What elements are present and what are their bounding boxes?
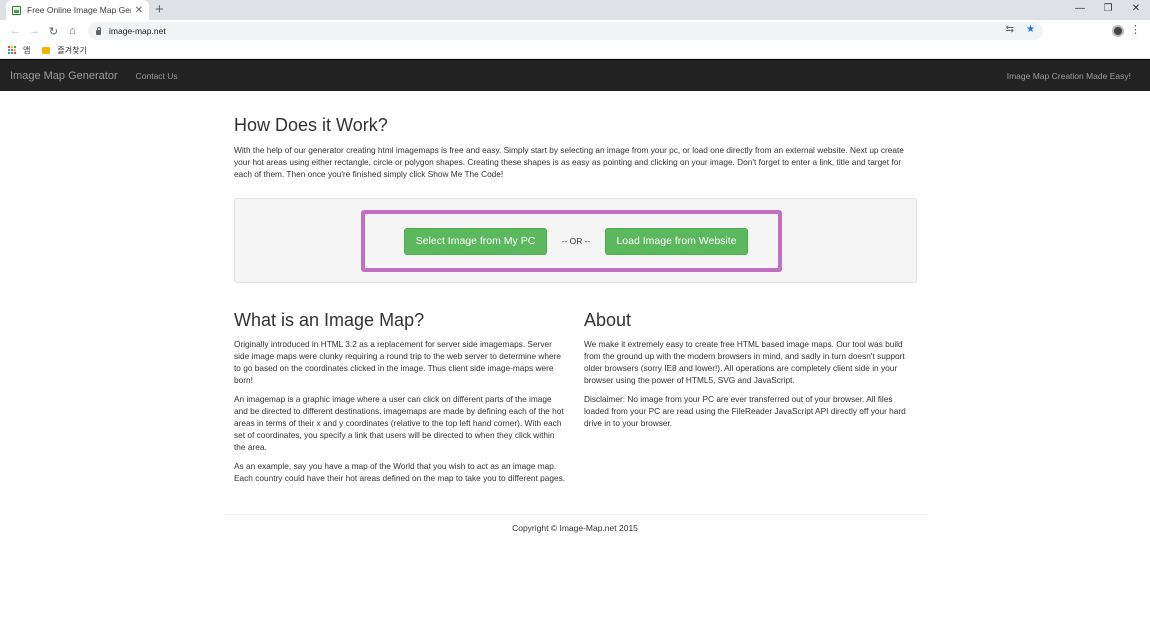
about-column: About We make it extremely easy to creat… [584, 310, 917, 491]
reload-icon[interactable]: ↻ [44, 25, 63, 38]
url-text: image-map.net [109, 26, 166, 36]
or-separator: -- OR -- [561, 236, 591, 246]
forward-icon[interactable]: → [25, 25, 44, 37]
lock-icon [96, 26, 101, 35]
bookmark-star-icon[interactable]: ★ [1026, 24, 1035, 35]
browser-tab[interactable]: Free Online Image Map Genera ✕ [6, 0, 149, 20]
apps-label[interactable]: 앱 [23, 45, 30, 56]
main-content: How Does it Work? With the help of our g… [234, 115, 917, 491]
image-favicon-icon [12, 5, 21, 15]
footer-copyright: Copyright © Image-Map.net 2015 [512, 523, 638, 533]
window-controls: — ❐ ✕ [1066, 0, 1150, 20]
about-paragraph-1: We make it extremely easy to create free… [584, 339, 905, 385]
info-columns: What is an Image Map? Originally introdu… [234, 310, 917, 491]
address-bar[interactable]: image-map.net ⇆ ★ [88, 22, 1043, 40]
new-tab-button[interactable]: + [155, 1, 164, 19]
what-heading: What is an Image Map? [234, 310, 425, 330]
browser-toolbar: ← → ↻ ⌂ image-map.net ⇆ ★ ⋮ [0, 20, 1150, 42]
site-navbar: Image Map Generator Contact Us Image Map… [0, 59, 1150, 91]
what-column: What is an Image Map? Originally introdu… [234, 310, 567, 491]
navbar-brand[interactable]: Image Map Generator [10, 70, 118, 82]
highlight-box: Select Image from My PC -- OR -- Load Im… [361, 210, 782, 272]
how-text: With the help of our generator creating … [234, 145, 904, 179]
profile-avatar-icon[interactable] [1112, 25, 1124, 37]
close-tab-icon[interactable]: ✕ [135, 5, 143, 16]
folder-icon [42, 46, 51, 54]
navbar-tagline[interactable]: Image Map Creation Made Easy! [1007, 71, 1131, 81]
translate-icon[interactable]: ⇆ [1006, 24, 1014, 35]
bookmarks-folder-label[interactable]: 즐겨찾기 [57, 45, 86, 56]
close-window-icon[interactable]: ✕ [1122, 0, 1150, 20]
apps-grid-icon[interactable] [8, 46, 16, 54]
browser-tabstrip: Free Online Image Map Genera ✕ + — ❐ ✕ [0, 0, 1150, 20]
footer-divider [224, 514, 927, 515]
bookmarks-bar: 앱 즐겨찾기 [0, 42, 1150, 59]
what-paragraph-1: Originally introduced in HTML 3.2 as a r… [234, 339, 561, 385]
about-heading: About [584, 310, 632, 330]
load-image-website-button[interactable]: Load Image from Website [605, 227, 748, 255]
minimize-icon[interactable]: — [1066, 0, 1094, 20]
what-paragraph-2: An imagemap is a graphic image where a u… [234, 394, 564, 452]
tab-title: Free Online Image Map Genera [27, 5, 131, 15]
menu-dots-icon[interactable]: ⋮ [1130, 23, 1141, 36]
how-heading: How Does it Work? [234, 115, 388, 135]
home-icon[interactable]: ⌂ [63, 25, 82, 37]
back-icon[interactable]: ← [6, 25, 25, 37]
select-image-pc-button[interactable]: Select Image from My PC [404, 227, 547, 255]
contact-link[interactable]: Contact Us [136, 71, 178, 81]
about-paragraph-2: Disclaimer: No image from your PC are ev… [584, 394, 906, 428]
what-paragraph-3: As an example, say you have a map of the… [234, 461, 566, 483]
image-source-well: Select Image from My PC -- OR -- Load Im… [234, 198, 917, 283]
restore-icon[interactable]: ❐ [1094, 0, 1122, 20]
